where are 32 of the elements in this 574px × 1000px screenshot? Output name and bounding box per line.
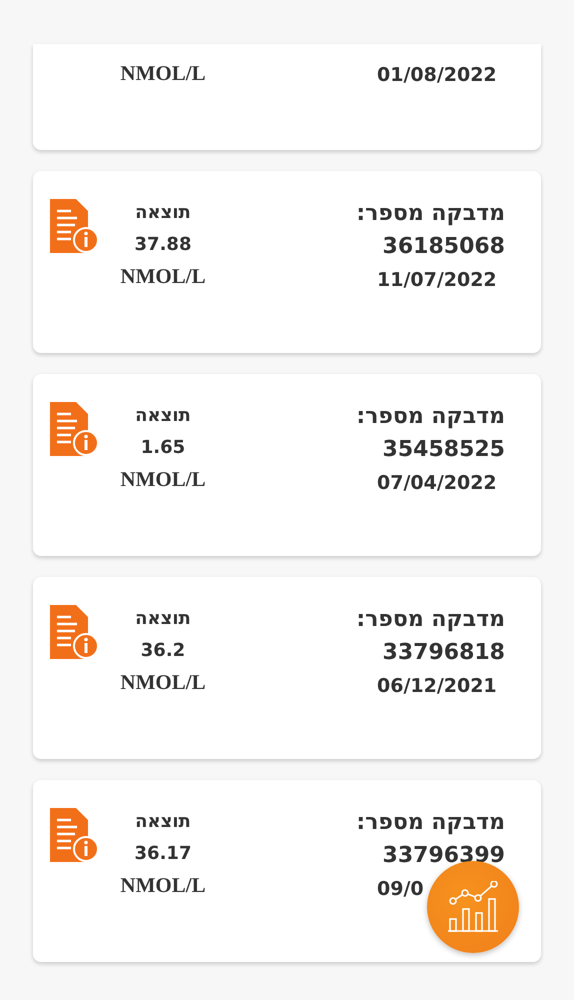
sample-date: 06/12/2021: [377, 674, 498, 699]
chart-icon: [448, 881, 498, 933]
sticker-number: 33796399: [382, 842, 505, 870]
document-info-icon[interactable]: [50, 605, 100, 659]
sticker-number: 33796818: [382, 639, 505, 667]
result-label: תוצאה: [135, 607, 191, 631]
result-label: תוצאה: [135, 404, 191, 428]
result-label: תוצאה: [135, 810, 191, 834]
sticker-label: מדבקה מספר:: [356, 606, 505, 634]
result-unit: NMOL/L: [120, 263, 206, 290]
sticker-number: 35458525: [382, 436, 505, 464]
document-info-icon[interactable]: [50, 402, 100, 456]
result-unit: NMOL/L: [120, 60, 206, 87]
result-unit: NMOL/L: [120, 669, 206, 696]
result-value: 37.88: [134, 233, 192, 257]
result-unit: NMOL/L: [120, 466, 206, 493]
document-info-icon[interactable]: [50, 808, 100, 862]
sticker-number: 36185068: [382, 233, 505, 261]
sample-date: 01/08/2022: [377, 63, 498, 88]
sample-date: 07/04/2022: [377, 471, 498, 496]
result-value: 1.65: [140, 436, 186, 460]
result-unit: NMOL/L: [120, 872, 206, 899]
sticker-label: מדבקה מספר:: [356, 403, 505, 431]
sticker-label: מדבקה מספר:: [356, 200, 505, 228]
document-info-icon[interactable]: [50, 199, 100, 253]
result-value: 36.2: [140, 639, 186, 663]
result-value: 36.17: [134, 842, 192, 866]
sticker-label: מדבקה מספר:: [356, 809, 505, 837]
result-label: תוצאה: [135, 201, 191, 225]
sample-date: 11/07/2022: [377, 268, 498, 293]
sample-date: 09/0: [377, 877, 425, 902]
result-card[interactable]: NMOL/L 01/08/2022: [33, 44, 541, 150]
